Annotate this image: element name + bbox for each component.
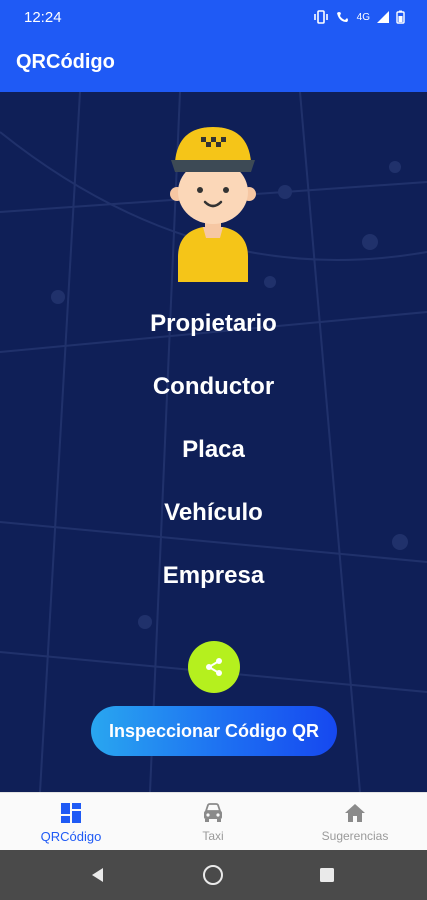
vibrate-icon [313, 10, 328, 24]
inspect-qr-button[interactable]: Inspeccionar Código QR [91, 706, 337, 756]
wifi-call-icon [336, 12, 348, 22]
nav-label-qrcodigo: QRCódigo [40, 829, 102, 844]
plate-label: Placa [182, 436, 245, 463]
home-icon [345, 804, 365, 822]
main-content: Propietario Conductor Placa Vehículo Emp… [0, 92, 427, 792]
status-bar: 12:24 4G [0, 0, 427, 36]
driver-label: Conductor [152, 373, 275, 400]
back-icon[interactable] [87, 864, 109, 886]
nav-label-taxi: Taxi [202, 829, 224, 843]
car-icon [204, 803, 222, 822]
app-bar: QRCódigo [0, 36, 427, 92]
nav-item-taxi[interactable]: Taxi [142, 793, 284, 851]
share-button[interactable] [188, 641, 240, 693]
home-button-icon[interactable] [202, 864, 224, 886]
system-navigation-bar [0, 850, 427, 900]
vehicle-label: Vehículo [164, 499, 263, 526]
signal-icon [377, 11, 389, 23]
bottom-navigation: QRCódigo Taxi Sugerencias [0, 792, 427, 850]
status-time: 12:24 [24, 9, 62, 26]
nav-label-sugerencias: Sugerencias [321, 829, 389, 843]
owner-label: Propietario [150, 310, 277, 337]
app-title: QRCódigo [16, 51, 115, 73]
recents-icon[interactable] [316, 864, 338, 886]
share-icon [206, 658, 222, 676]
network-type: 4G [356, 11, 370, 23]
status-icons: 4G [313, 10, 405, 24]
nav-item-sugerencias[interactable]: Sugerencias [284, 793, 426, 851]
battery-icon [396, 10, 405, 24]
company-label: Empresa [162, 562, 265, 589]
taxi-driver-avatar-icon [170, 127, 256, 282]
dashboard-icon [61, 803, 81, 823]
nav-item-qrcodigo[interactable]: QRCódigo [0, 793, 142, 851]
